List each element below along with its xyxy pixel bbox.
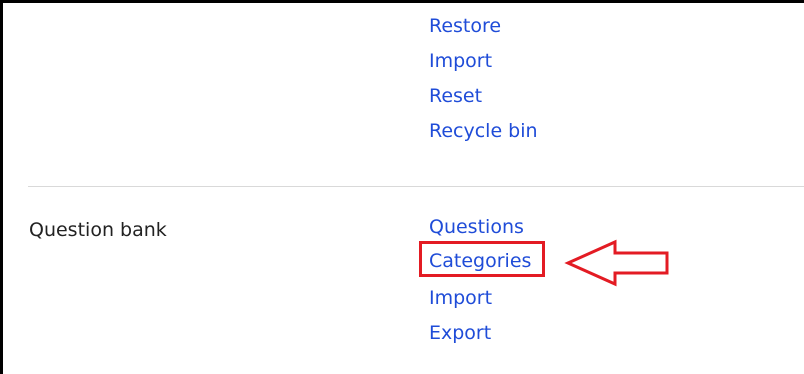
left-arrow-icon [564, 239, 669, 287]
categories-highlight-box [419, 241, 545, 277]
reset-link[interactable]: Reset [429, 84, 482, 108]
questions-link[interactable]: Questions [429, 215, 524, 239]
question-bank-label: Question bank [29, 219, 167, 241]
export-link[interactable]: Export [429, 321, 491, 345]
recycle-bin-link[interactable]: Recycle bin [429, 119, 538, 143]
restore-link[interactable]: Restore [429, 14, 501, 38]
section-divider [28, 186, 804, 187]
question-bank-import-link[interactable]: Import [429, 286, 492, 310]
import-link[interactable]: Import [429, 49, 492, 73]
page-frame: Restore Import Reset Recycle bin Questio… [0, 0, 804, 374]
